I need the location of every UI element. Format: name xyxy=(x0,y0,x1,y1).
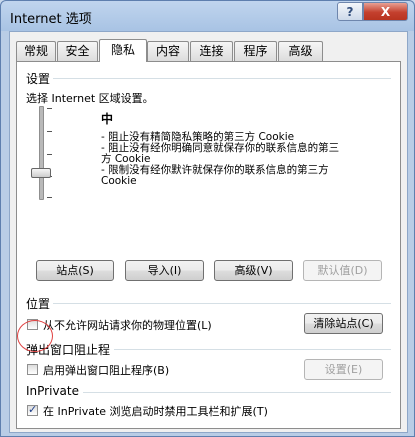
privacy-level: 中 xyxy=(101,112,114,126)
tab-connections[interactable]: 连接 xyxy=(190,41,233,61)
settings-heading: 设置 xyxy=(26,72,51,86)
slider-tick xyxy=(47,154,52,155)
tab-advanced[interactable]: 高级 xyxy=(278,41,323,61)
title-bar: Internet 选项 ? X xyxy=(1,1,414,31)
tab-programs[interactable]: 程序 xyxy=(234,41,277,61)
help-button[interactable]: ? xyxy=(337,2,363,21)
inprivate-checkbox-label: 在 InPrivate 浏览启动时禁用工具栏和扩展(T) xyxy=(43,405,268,418)
popup-divider xyxy=(114,349,391,350)
tab-content[interactable]: 内容 xyxy=(147,41,189,61)
tab-security[interactable]: 安全 xyxy=(57,41,98,61)
privacy-slider-track[interactable] xyxy=(39,106,44,200)
policy-line-5: Cookie xyxy=(101,175,137,187)
slider-tick xyxy=(47,197,52,198)
slider-tick xyxy=(47,131,52,132)
popup-blocker-checkbox[interactable] xyxy=(27,364,38,375)
clear-sites-button[interactable]: 清除站点(C) xyxy=(304,313,383,334)
zone-instruction: 选择 Internet 区域设置。 xyxy=(26,92,154,105)
inprivate-divider xyxy=(83,392,391,393)
popup-blocker-checkbox-label: 启用弹出窗口阻止程序(B) xyxy=(43,364,170,377)
privacy-tab-panel: 设置 选择 Internet 区域设置。 中 - 阻止没有精简隐私策略的第三方 … xyxy=(16,61,401,429)
internet-options-window: Internet 选项 ? X 常规 安全 隐私 内容 连接 程序 高级 设置 … xyxy=(0,0,415,437)
popup-settings-button[interactable]: 设置(E) xyxy=(304,359,383,380)
location-heading: 位置 xyxy=(26,297,51,311)
slider-tick xyxy=(47,108,52,109)
inprivate-checkbox[interactable] xyxy=(27,403,38,416)
default-button[interactable]: 默认值(D) xyxy=(303,260,382,281)
sites-button[interactable]: 站点(S) xyxy=(36,260,114,281)
privacy-slider-thumb[interactable] xyxy=(31,168,51,178)
location-checkbox-label: 从不允许网站请求你的物理位置(L) xyxy=(43,319,212,332)
advanced-button[interactable]: 高级(V) xyxy=(214,260,293,281)
window-title: Internet 选项 xyxy=(10,12,92,27)
tab-general[interactable]: 常规 xyxy=(16,41,56,61)
close-button[interactable]: X xyxy=(363,2,408,21)
location-divider xyxy=(53,303,391,304)
settings-divider xyxy=(53,78,391,79)
tab-privacy[interactable]: 隐私 xyxy=(99,39,147,62)
dialog-body: 常规 安全 隐私 内容 连接 程序 高级 设置 选择 Internet 区域设置… xyxy=(9,31,408,433)
highlight-circle-annotation xyxy=(17,320,53,352)
inprivate-heading: InPrivate xyxy=(26,384,79,398)
import-button[interactable]: 导入(I) xyxy=(125,260,204,281)
